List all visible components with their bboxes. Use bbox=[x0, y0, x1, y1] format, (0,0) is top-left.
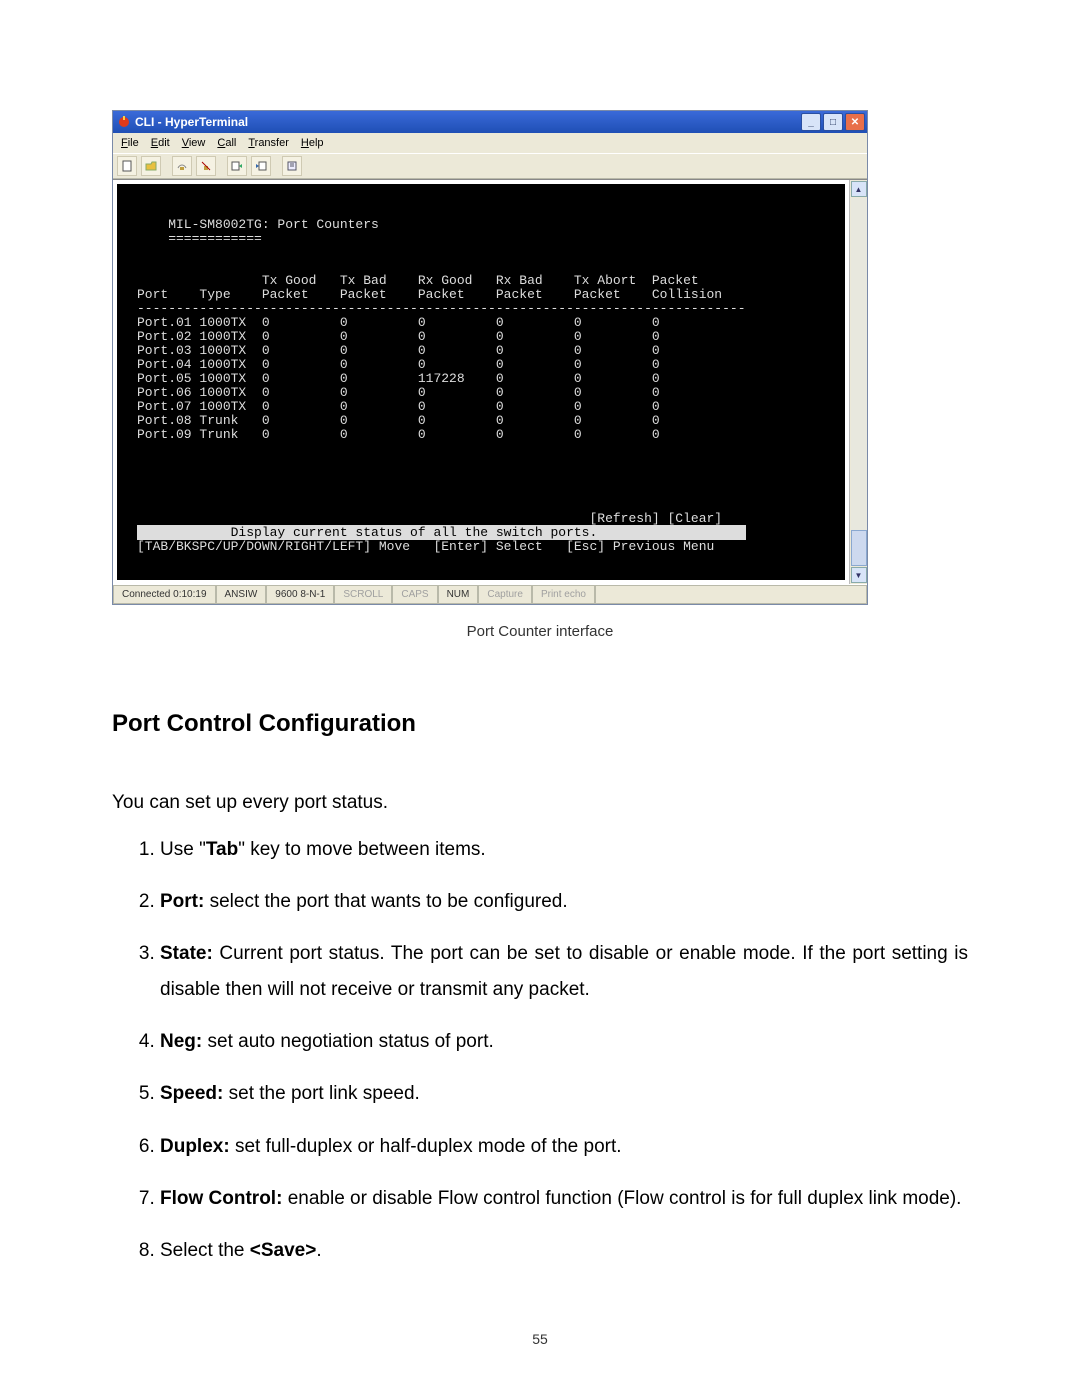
close-button[interactable]: ✕ bbox=[845, 113, 865, 131]
list-item: Use "Tab" key to move between items. bbox=[160, 832, 968, 868]
status-capture: Capture bbox=[478, 585, 532, 604]
page-number: 55 bbox=[0, 1331, 1080, 1347]
maximize-button[interactable]: □ bbox=[823, 113, 843, 131]
list-item: Speed: set the port link speed. bbox=[160, 1076, 968, 1112]
scroll-track[interactable] bbox=[851, 198, 867, 566]
status-scroll: SCROLL bbox=[334, 585, 392, 604]
disconnect-icon[interactable] bbox=[196, 156, 216, 176]
open-icon[interactable] bbox=[141, 156, 161, 176]
properties-icon[interactable] bbox=[282, 156, 302, 176]
scroll-up-icon[interactable]: ▲ bbox=[851, 181, 867, 197]
menu-edit[interactable]: Edit bbox=[147, 136, 174, 150]
status-caps: CAPS bbox=[392, 585, 437, 604]
status-connected: Connected 0:10:19 bbox=[113, 585, 216, 604]
scroll-down-icon[interactable]: ▼ bbox=[851, 567, 867, 583]
minimize-button[interactable]: _ bbox=[801, 113, 821, 131]
menu-help[interactable]: Help bbox=[297, 136, 328, 150]
app-icon bbox=[117, 115, 131, 129]
titlebar: CLI - HyperTerminal _ □ ✕ bbox=[113, 111, 867, 133]
status-printecho: Print echo bbox=[532, 585, 595, 604]
list-item: Port: select the port that wants to be c… bbox=[160, 884, 968, 920]
intro-text: You can set up every port status. bbox=[112, 792, 968, 814]
list-item: Neg: set auto negotiation status of port… bbox=[160, 1024, 968, 1060]
statusbar: Connected 0:10:19 ANSIW 9600 8-N-1 SCROL… bbox=[113, 584, 867, 604]
connect-icon[interactable] bbox=[172, 156, 192, 176]
menubar: File Edit View Call Transfer Help bbox=[113, 133, 867, 153]
menu-call[interactable]: Call bbox=[213, 136, 240, 150]
status-settings: 9600 8-N-1 bbox=[266, 585, 334, 604]
status-num: NUM bbox=[438, 585, 479, 604]
list-item: Flow Control: enable or disable Flow con… bbox=[160, 1181, 968, 1217]
new-icon[interactable] bbox=[117, 156, 137, 176]
steps-list: Use "Tab" key to move between items. Port… bbox=[112, 832, 968, 1269]
figure-caption: Port Counter interface bbox=[112, 623, 968, 640]
section-heading: Port Control Configuration bbox=[112, 710, 968, 738]
list-item: Duplex: set full-duplex or half-duplex m… bbox=[160, 1129, 968, 1165]
scrollbar[interactable]: ▲ ▼ bbox=[849, 180, 867, 584]
toolbar bbox=[113, 153, 867, 179]
menu-transfer[interactable]: Transfer bbox=[244, 136, 293, 150]
terminal-output: MIL-SM8002TG: Port Counters ============… bbox=[117, 184, 845, 580]
scroll-thumb[interactable] bbox=[851, 530, 867, 566]
status-emulation: ANSIW bbox=[216, 585, 267, 604]
menu-file[interactable]: File bbox=[117, 136, 143, 150]
hyperterminal-window: CLI - HyperTerminal _ □ ✕ File Edit View… bbox=[112, 110, 868, 605]
list-item: Select the <Save>. bbox=[160, 1233, 968, 1269]
window-title: CLI - HyperTerminal bbox=[135, 115, 801, 129]
receive-icon[interactable] bbox=[251, 156, 271, 176]
send-icon[interactable] bbox=[227, 156, 247, 176]
menu-view[interactable]: View bbox=[178, 136, 210, 150]
list-item: State: Current port status. The port can… bbox=[160, 936, 968, 1008]
